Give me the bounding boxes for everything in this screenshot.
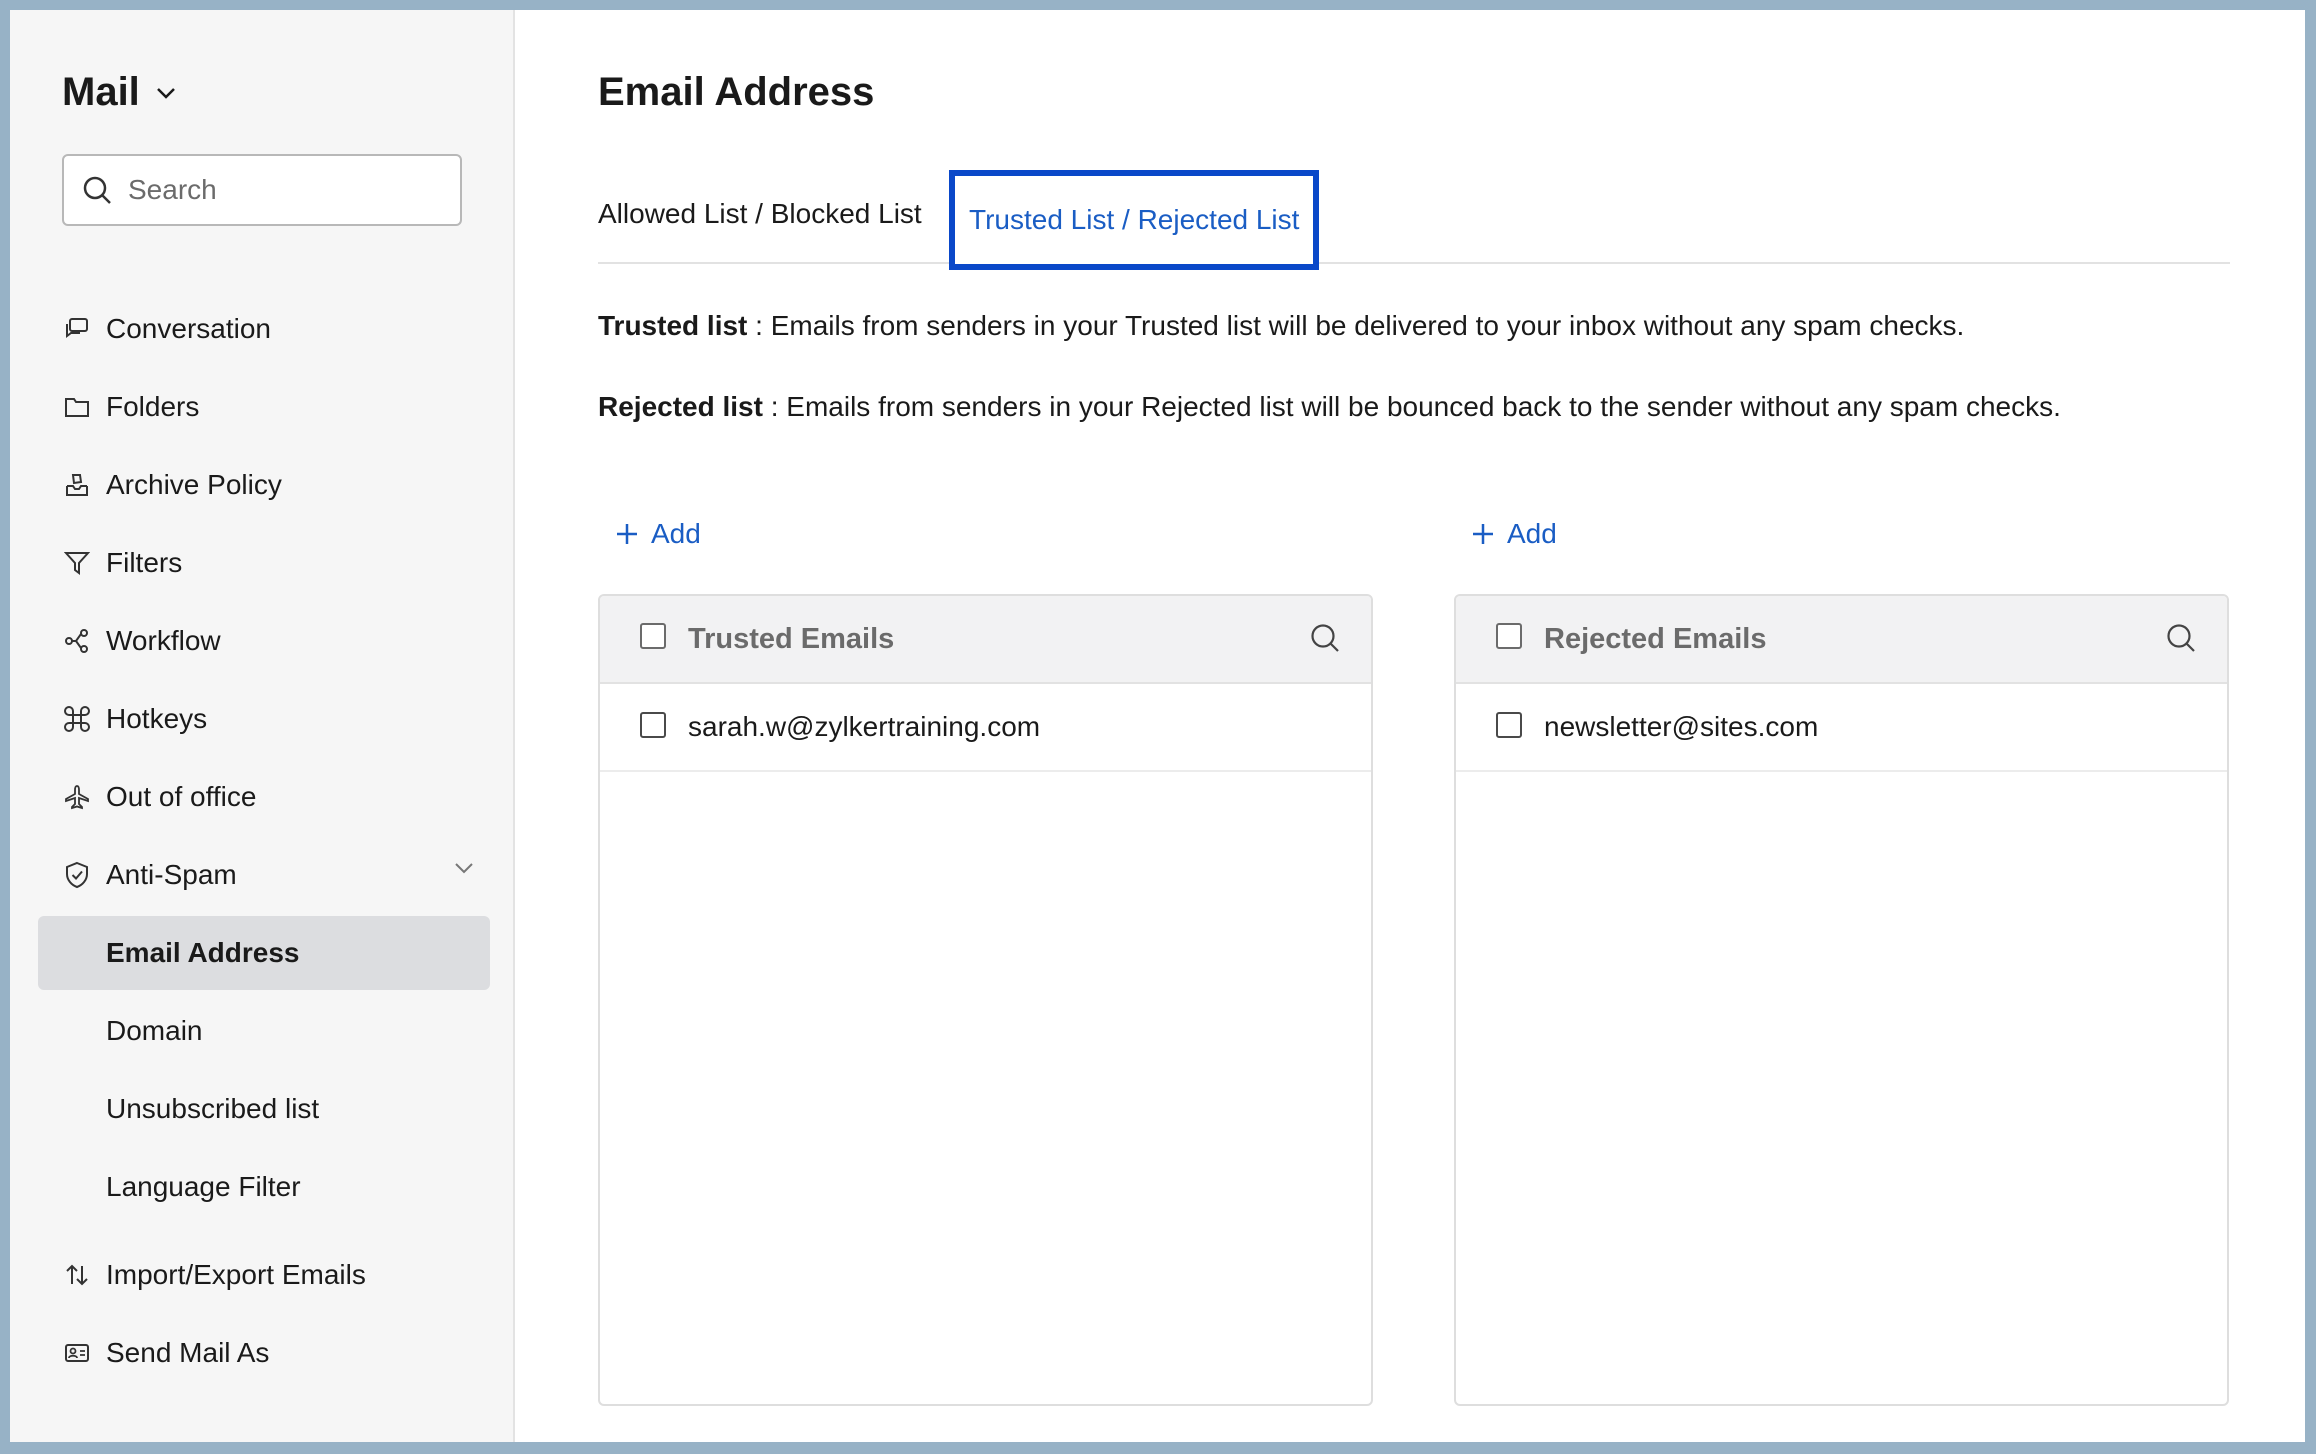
trusted-list-term: Trusted list	[598, 310, 748, 341]
select-all-trusted-checkbox[interactable]	[640, 623, 666, 649]
plus-icon	[617, 524, 637, 544]
sidebar-item-filters[interactable]: Filters	[38, 526, 490, 600]
sidebar-item-label: Workflow	[106, 625, 221, 656]
rejected-list-text: : Emails from senders in your Rejected l…	[762, 391, 2061, 422]
trusted-emails-panel: Trusted Emails sarah.w@zylkertraining.co…	[598, 594, 1373, 1406]
sidebar-item-conversation[interactable]: Conversation	[38, 292, 490, 366]
sidebar-item-label: Send Mail As	[106, 1337, 270, 1368]
trusted-list-text: : Emails from senders in your Trusted li…	[747, 310, 1965, 341]
trusted-list-description: Trusted list : Emails from senders in yo…	[598, 310, 1964, 342]
select-all-rejected-checkbox[interactable]	[1496, 623, 1522, 649]
rejected-emails-title: Rejected Emails	[1544, 622, 1767, 655]
sidebar-item-label: Email Address	[106, 937, 300, 968]
search-box[interactable]	[62, 154, 462, 226]
sidebar-item-email-address[interactable]: Email Address	[38, 916, 490, 990]
sidebar-item-label: Out of office	[106, 781, 257, 812]
sidebar-item-label: Domain	[106, 1015, 203, 1046]
archive-icon	[62, 470, 92, 500]
row-checkbox[interactable]	[1496, 712, 1522, 738]
shield-check-icon	[62, 860, 92, 890]
sidebar-item-hotkeys[interactable]: Hotkeys	[38, 682, 490, 756]
add-trusted-email-button[interactable]: Add	[615, 518, 701, 550]
sidebar-item-domain[interactable]: Domain	[38, 994, 490, 1068]
sidebar-item-label: Anti-Spam	[106, 859, 237, 890]
sidebar-item-archive-policy[interactable]: Archive Policy	[38, 448, 490, 522]
sidebar-item-language-filter[interactable]: Language Filter	[38, 1150, 490, 1224]
command-key-icon	[62, 704, 92, 734]
table-row[interactable]: newsletter@sites.com	[1456, 684, 2227, 772]
app-switcher[interactable]: Mail	[62, 70, 176, 115]
trusted-emails-header: Trusted Emails	[600, 596, 1371, 684]
rejected-emails-header: Rejected Emails	[1456, 596, 2227, 684]
search-icon	[83, 176, 111, 204]
rejected-list-description: Rejected list : Emails from senders in y…	[598, 391, 2061, 423]
sidebar-item-label: Unsubscribed list	[106, 1093, 320, 1124]
main-content: Email Address Allowed List / Blocked Lis…	[515, 10, 2305, 1442]
sidebar-item-label: Language Filter	[106, 1171, 301, 1202]
settings-nav: Conversation Folders Archive Policy Filt…	[38, 292, 490, 1394]
tab-trusted-rejected-list[interactable]: Trusted List / Rejected List	[949, 170, 1320, 270]
sidebar-item-anti-spam[interactable]: Anti-Spam	[38, 838, 490, 912]
sidebar-item-label: Archive Policy	[106, 469, 282, 500]
sidebar-item-label: Hotkeys	[106, 703, 208, 734]
sidebar-item-label: Filters	[106, 547, 183, 578]
airplane-icon	[62, 782, 92, 812]
page-title: Email Address	[598, 70, 875, 114]
rejected-email-value: newsletter@sites.com	[1544, 711, 1819, 742]
rejected-emails-panel: Rejected Emails newsletter@sites.com	[1454, 594, 2229, 1406]
search-input[interactable]	[128, 174, 448, 206]
sidebar-item-workflow[interactable]: Workflow	[38, 604, 490, 678]
row-checkbox[interactable]	[640, 712, 666, 738]
sidebar-item-folders[interactable]: Folders	[38, 370, 490, 444]
sidebar-item-out-of-office[interactable]: Out of office	[38, 760, 490, 834]
sidebar-item-send-mail-as[interactable]: Send Mail As	[38, 1316, 490, 1390]
chevron-down-icon[interactable]	[454, 862, 474, 874]
conversation-icon	[62, 314, 92, 344]
plus-icon	[1473, 524, 1493, 544]
sidebar-item-label: Conversation	[106, 313, 271, 344]
app-title: Mail	[62, 70, 140, 114]
search-icon[interactable]	[2165, 622, 2197, 654]
sidebar-item-unsubscribed-list[interactable]: Unsubscribed list	[38, 1072, 490, 1146]
workflow-icon	[62, 626, 92, 656]
trusted-email-value: sarah.w@zylkertraining.com	[688, 711, 1041, 742]
app-window: Mail Conversation Folders	[10, 10, 2305, 1442]
add-rejected-email-button[interactable]: Add	[1471, 518, 1557, 550]
add-label: Add	[1507, 518, 1557, 549]
table-row[interactable]: sarah.w@zylkertraining.com	[600, 684, 1371, 772]
import-export-icon	[62, 1260, 92, 1290]
add-label: Add	[651, 518, 701, 549]
tab-bar: Allowed List / Blocked List Trusted List…	[598, 168, 2230, 270]
tab-label: Allowed List / Blocked List	[598, 198, 922, 229]
sidebar-item-label: Import/Export Emails	[106, 1259, 366, 1290]
chevron-down-icon	[156, 87, 175, 99]
search-icon[interactable]	[1309, 622, 1341, 654]
filter-icon	[62, 548, 92, 578]
sidebar-item-label: Folders	[106, 391, 200, 422]
folder-icon	[62, 392, 92, 422]
tab-allowed-blocked-list[interactable]: Allowed List / Blocked List	[598, 198, 922, 230]
send-mail-as-icon	[62, 1338, 92, 1368]
sidebar-item-import-export-emails[interactable]: Import/Export Emails	[38, 1238, 490, 1312]
rejected-list-term: Rejected list	[598, 391, 763, 422]
trusted-emails-title: Trusted Emails	[688, 622, 895, 655]
tab-label: Trusted List / Rejected List	[969, 204, 1300, 235]
sidebar: Mail Conversation Folders	[10, 10, 515, 1442]
